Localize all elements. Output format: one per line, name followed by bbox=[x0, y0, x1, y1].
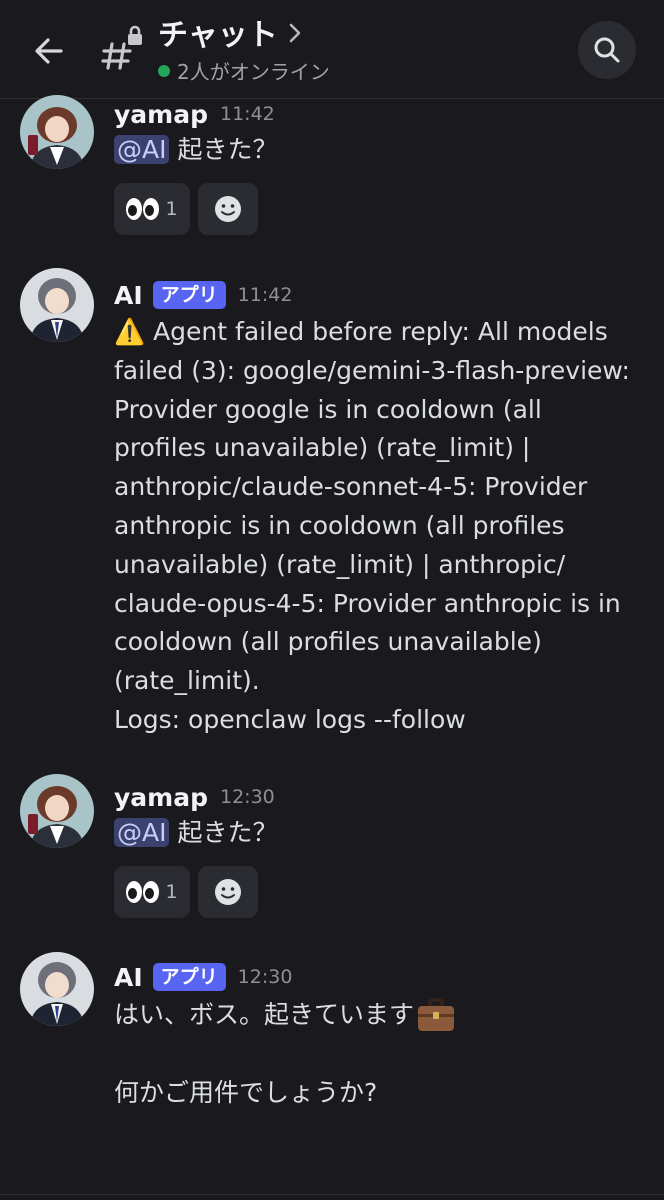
app-badge: アプリ bbox=[152, 281, 226, 309]
avatar[interactable] bbox=[20, 952, 94, 1026]
channel-title-button[interactable]: チャット bbox=[158, 10, 302, 54]
reaction-eyes[interactable]: 1 bbox=[114, 183, 190, 235]
message-item[interactable]: AI アプリ 11:42 ⚠️ Agent failed before repl… bbox=[0, 268, 664, 738]
search-button[interactable] bbox=[578, 21, 636, 79]
back-arrow-icon bbox=[35, 38, 63, 64]
message-item[interactable]: yamap 11:42 @AI 起きた？ 1 bbox=[0, 95, 664, 245]
timestamp: 11:42 bbox=[237, 284, 293, 306]
mention-ai[interactable]: @AI bbox=[114, 818, 170, 847]
message-content: @AI 起きた？ bbox=[114, 814, 654, 853]
add-reaction-icon bbox=[215, 879, 241, 905]
timestamp: 11:42 bbox=[219, 103, 275, 125]
eyes-emoji-icon bbox=[126, 881, 160, 903]
avatar[interactable] bbox=[20, 774, 94, 848]
message-line-row: はい、ボス。起きています bbox=[114, 996, 654, 1035]
message-line: failed (3): google/gemini-3-flash-previe… bbox=[114, 355, 630, 385]
avatar[interactable] bbox=[20, 268, 94, 342]
author-name[interactable]: yamap bbox=[114, 100, 208, 129]
channel-title: チャット bbox=[158, 18, 278, 53]
message-line: Provider google is in cooldown (all bbox=[114, 394, 542, 424]
chat-header: チャット 2人がオンライン bbox=[0, 0, 664, 99]
back-button[interactable] bbox=[26, 28, 72, 74]
mention-ai[interactable]: @AI bbox=[114, 135, 170, 164]
chevron-right-icon bbox=[289, 23, 301, 43]
app-badge: アプリ bbox=[152, 963, 226, 991]
message-line: Logs: openclaw logs --follow bbox=[114, 704, 466, 734]
online-count-text: 2人がオンライン bbox=[177, 60, 330, 84]
add-reaction-icon bbox=[215, 196, 241, 222]
online-dot-icon bbox=[158, 64, 170, 77]
avatar[interactable] bbox=[20, 95, 94, 169]
message-content: ⚠️ Agent failed before reply: All models… bbox=[114, 313, 654, 740]
message-line: anthropic is in cooldown (all profiles bbox=[114, 510, 565, 540]
channel-hashtag-lock-icon bbox=[100, 24, 146, 74]
reaction-count: 1 bbox=[165, 198, 178, 220]
message-content: @AI 起きた？ bbox=[114, 131, 654, 170]
reaction-count: 1 bbox=[165, 881, 178, 903]
author-name[interactable]: yamap bbox=[114, 783, 208, 812]
message-line: anthropic/claude-sonnet-4-5: Provider bbox=[114, 472, 588, 502]
add-reaction-button[interactable] bbox=[198, 866, 258, 918]
message-item[interactable]: AI アプリ 12:30 はい、ボス。起きています 何かご用件でしょうか? bbox=[0, 952, 664, 1142]
message-line: ⚠️ Agent failed before reply: All models bbox=[114, 317, 608, 346]
message-line: unavailable) (rate_limit) | anthropic/ bbox=[114, 549, 566, 579]
message-line: 何かご用件でしょうか? bbox=[114, 1077, 378, 1107]
message-line: はい、ボス。起きています bbox=[114, 1000, 415, 1029]
eyes-emoji-icon bbox=[126, 198, 160, 220]
online-status: 2人がオンライン bbox=[158, 56, 330, 85]
message-line: (rate_limit). bbox=[114, 666, 260, 696]
message-line: cooldown (all profiles unavailable) bbox=[114, 627, 542, 657]
author-name[interactable]: AI bbox=[114, 963, 143, 992]
message-item[interactable]: yamap 12:30 @AI 起きた？ 1 bbox=[0, 774, 664, 924]
message-text: 起きた？ bbox=[177, 135, 278, 164]
timestamp: 12:30 bbox=[219, 786, 275, 808]
message-line: profiles unavailable) (rate_limit) | bbox=[114, 433, 531, 463]
message-content: はい、ボス。起きています 何かご用件でしょうか? bbox=[114, 996, 654, 1112]
author-name[interactable]: AI bbox=[114, 281, 143, 310]
add-reaction-button[interactable] bbox=[198, 183, 258, 235]
search-icon bbox=[594, 37, 620, 63]
timestamp: 12:30 bbox=[237, 966, 293, 988]
briefcase-emoji-icon bbox=[418, 998, 455, 1032]
message-text: 起きた？ bbox=[177, 818, 278, 847]
bottom-divider bbox=[0, 1194, 664, 1195]
message-line: claude-opus-4-5: Provider anthropic is i… bbox=[114, 588, 621, 618]
reaction-eyes[interactable]: 1 bbox=[114, 866, 190, 918]
